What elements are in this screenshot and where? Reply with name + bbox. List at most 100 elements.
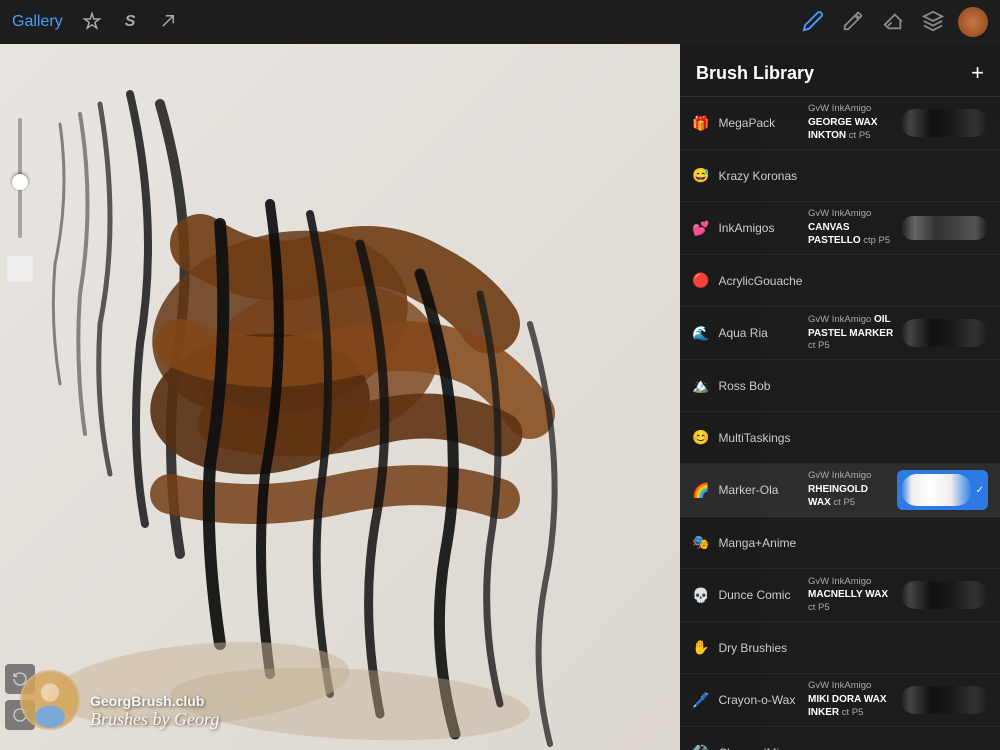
brush-list-item[interactable]: 💀 Dunce Comic GvW InkAmigo MACNELLY WAX … bbox=[680, 569, 1000, 622]
brush-item-left: 🌊 Aqua Ria bbox=[692, 325, 802, 342]
brush-emoji: 🌈 bbox=[692, 482, 709, 499]
brush-info: GvW InkAmigo OIL PASTEL MARKER ct P5 bbox=[802, 313, 901, 352]
toolbar-right bbox=[798, 6, 988, 39]
brush-item-left: 💀 Dunce Comic bbox=[692, 587, 802, 604]
brush-label: GvW InkAmigo RHEINGOLD WAX ct P5 bbox=[808, 470, 891, 509]
brush-info: GvW InkAmigo CANVAS PASTELLO ctp P5 bbox=[802, 208, 901, 247]
brush-list-item[interactable]: 🎁 MegaPack GvW InkAmigo GEORGE WAX INKTO… bbox=[680, 97, 1000, 150]
brush-category: 🏔️ Ross Bob bbox=[692, 377, 802, 394]
brush-list-item[interactable]: ✋ Dry Brushies bbox=[680, 622, 1000, 674]
brush-category-name: MegaPack bbox=[718, 116, 775, 130]
brush-label: GvW InkAmigo OIL PASTEL MARKER ct P5 bbox=[808, 313, 895, 352]
brush-info: GvW InkAmigo RHEINGOLD WAX ct P5 bbox=[802, 470, 897, 509]
brush-item-left: 💕 InkAmigos bbox=[692, 220, 802, 237]
avatar[interactable] bbox=[958, 7, 988, 37]
watermark: GeorgBrush.club Brushes by Georg bbox=[20, 670, 219, 730]
brush-item-left: 🌈 Marker-Ola bbox=[692, 482, 802, 499]
watermark-text: GeorgBrush.club Brushes by Georg bbox=[90, 693, 219, 730]
brush-info: GvW InkAmigo MIKI DORA WAX INKER ct P5 bbox=[802, 680, 901, 719]
brush-emoji: 🏔️ bbox=[692, 377, 709, 394]
brush-item-left: ✋ Dry Brushies bbox=[692, 639, 802, 656]
brush-emoji: 💕 bbox=[692, 220, 709, 237]
brush-item-left: ⚒️ CharcoalMine bbox=[692, 744, 802, 750]
s-tool-button[interactable]: S bbox=[121, 9, 140, 35]
brush-category: 😅 Krazy Koronas bbox=[692, 167, 802, 184]
brush-category-name: CharcoalMine bbox=[718, 746, 792, 750]
brush-item-left: 🔴 AcrylicGouache bbox=[692, 272, 802, 289]
toolbar: Gallery S bbox=[0, 0, 1000, 44]
brush-list-item[interactable]: 🔴 AcrylicGouache bbox=[680, 255, 1000, 307]
brush-item-left: 🎭 Manga+Anime bbox=[692, 534, 802, 551]
magic-tool-button[interactable] bbox=[79, 8, 105, 37]
brush-category: ⚒️ CharcoalMine bbox=[692, 744, 802, 750]
slider-thumb bbox=[12, 174, 28, 190]
watermark-logo: GeorgBrush.club Brushes by Georg bbox=[20, 670, 219, 730]
arrow-tool-button[interactable] bbox=[155, 8, 181, 37]
brush-item-left: 😊 MultiTaskings bbox=[692, 429, 802, 446]
brush-item-left: 😅 Krazy Koronas bbox=[692, 167, 802, 184]
brush-library-panel: Brush Library + 🎁 MegaPack GvW InkAmigo … bbox=[680, 44, 1000, 750]
toolbar-left: Gallery S bbox=[12, 8, 798, 37]
pencil-tool-button[interactable] bbox=[798, 6, 828, 39]
brush-size-slider[interactable] bbox=[18, 118, 22, 238]
brush-tool-button[interactable] bbox=[838, 6, 868, 39]
brush-emoji: 😊 bbox=[692, 429, 709, 446]
brush-category: 🎁 MegaPack bbox=[692, 115, 802, 132]
brush-list-item[interactable]: 😊 MultiTaskings bbox=[680, 412, 1000, 464]
brush-emoji: ⚒️ bbox=[692, 744, 709, 750]
brush-category: 🌈 Marker-Ola bbox=[692, 482, 802, 499]
brush-list-item[interactable]: 🏔️ Ross Bob bbox=[680, 360, 1000, 412]
color-swatch-1[interactable] bbox=[7, 256, 33, 282]
left-tools-panel bbox=[0, 88, 40, 750]
canvas-area[interactable]: GeorgBrush.club Brushes by Georg bbox=[0, 44, 680, 750]
brush-category-name: Marker-Ola bbox=[718, 483, 778, 497]
gallery-button[interactable]: Gallery bbox=[12, 13, 63, 31]
brush-list-item[interactable]: 💕 InkAmigos GvW InkAmigo CANVAS PASTELLO… bbox=[680, 202, 1000, 255]
brush-item-left: 🖊️ Crayon-o-Wax bbox=[692, 692, 802, 709]
brush-strokes-svg bbox=[0, 44, 680, 750]
brush-emoji: ✋ bbox=[692, 639, 709, 656]
brush-category-name: Dry Brushies bbox=[718, 641, 787, 655]
add-brush-button[interactable]: + bbox=[971, 60, 984, 86]
brush-label: GvW InkAmigo MIKI DORA WAX INKER ct P5 bbox=[808, 680, 895, 719]
brush-category-name: InkAmigos bbox=[718, 221, 774, 235]
brush-item-left: 🏔️ Ross Bob bbox=[692, 377, 802, 394]
tagline: Brushes by Georg bbox=[90, 709, 219, 730]
logo-avatar bbox=[20, 670, 80, 730]
brush-emoji: 🔴 bbox=[692, 272, 709, 289]
brush-preview bbox=[901, 103, 988, 143]
brush-category: 💀 Dunce Comic bbox=[692, 587, 802, 604]
brush-list-item[interactable]: 🌈 Marker-Ola GvW InkAmigo RHEINGOLD WAX … bbox=[680, 464, 1000, 517]
brush-category: 😊 MultiTaskings bbox=[692, 429, 802, 446]
brush-emoji: 🎁 bbox=[692, 115, 709, 132]
brush-list: 🎁 MegaPack GvW InkAmigo GEORGE WAX INKTO… bbox=[680, 97, 1000, 750]
brush-info: GvW InkAmigo MACNELLY WAX ct P5 bbox=[802, 576, 901, 614]
brush-label: GvW InkAmigo GEORGE WAX INKTON ct P5 bbox=[808, 103, 895, 142]
brush-list-item[interactable]: 😅 Krazy Koronas bbox=[680, 150, 1000, 202]
brush-category: 🎭 Manga+Anime bbox=[692, 534, 802, 551]
brush-category-name: Aqua Ria bbox=[718, 326, 767, 340]
layers-tool-button[interactable] bbox=[918, 6, 948, 39]
brush-list-item[interactable]: 🖊️ Crayon-o-Wax GvW InkAmigo MIKI DORA W… bbox=[680, 674, 1000, 727]
brush-emoji: 🌊 bbox=[692, 325, 709, 342]
brush-emoji: 🎭 bbox=[692, 534, 709, 551]
brush-preview: ✓ bbox=[897, 470, 988, 510]
brush-emoji: 🖊️ bbox=[692, 692, 709, 709]
brush-info: GvW InkAmigo GEORGE WAX INKTON ct P5 bbox=[802, 103, 901, 142]
brush-label: GvW InkAmigo CANVAS PASTELLO ctp P5 bbox=[808, 208, 895, 247]
panel-title: Brush Library bbox=[696, 63, 814, 84]
brush-category: 🖊️ Crayon-o-Wax bbox=[692, 692, 802, 709]
site-name: GeorgBrush.club bbox=[90, 693, 219, 709]
brush-category-name: MultiTaskings bbox=[718, 431, 790, 445]
brush-preview bbox=[901, 575, 988, 615]
eraser-tool-button[interactable] bbox=[878, 6, 908, 39]
brush-label: GvW InkAmigo MACNELLY WAX ct P5 bbox=[808, 576, 895, 614]
brush-list-item[interactable]: ⚒️ CharcoalMine bbox=[680, 727, 1000, 750]
brush-list-item[interactable]: 🌊 Aqua Ria GvW InkAmigo OIL PASTEL MARKE… bbox=[680, 307, 1000, 360]
brush-preview bbox=[901, 313, 988, 353]
brush-preview bbox=[901, 208, 988, 248]
brush-list-item[interactable]: 🎭 Manga+Anime bbox=[680, 517, 1000, 569]
brush-category: 🌊 Aqua Ria bbox=[692, 325, 802, 342]
brush-category: 💕 InkAmigos bbox=[692, 220, 802, 237]
brush-preview bbox=[901, 680, 988, 720]
